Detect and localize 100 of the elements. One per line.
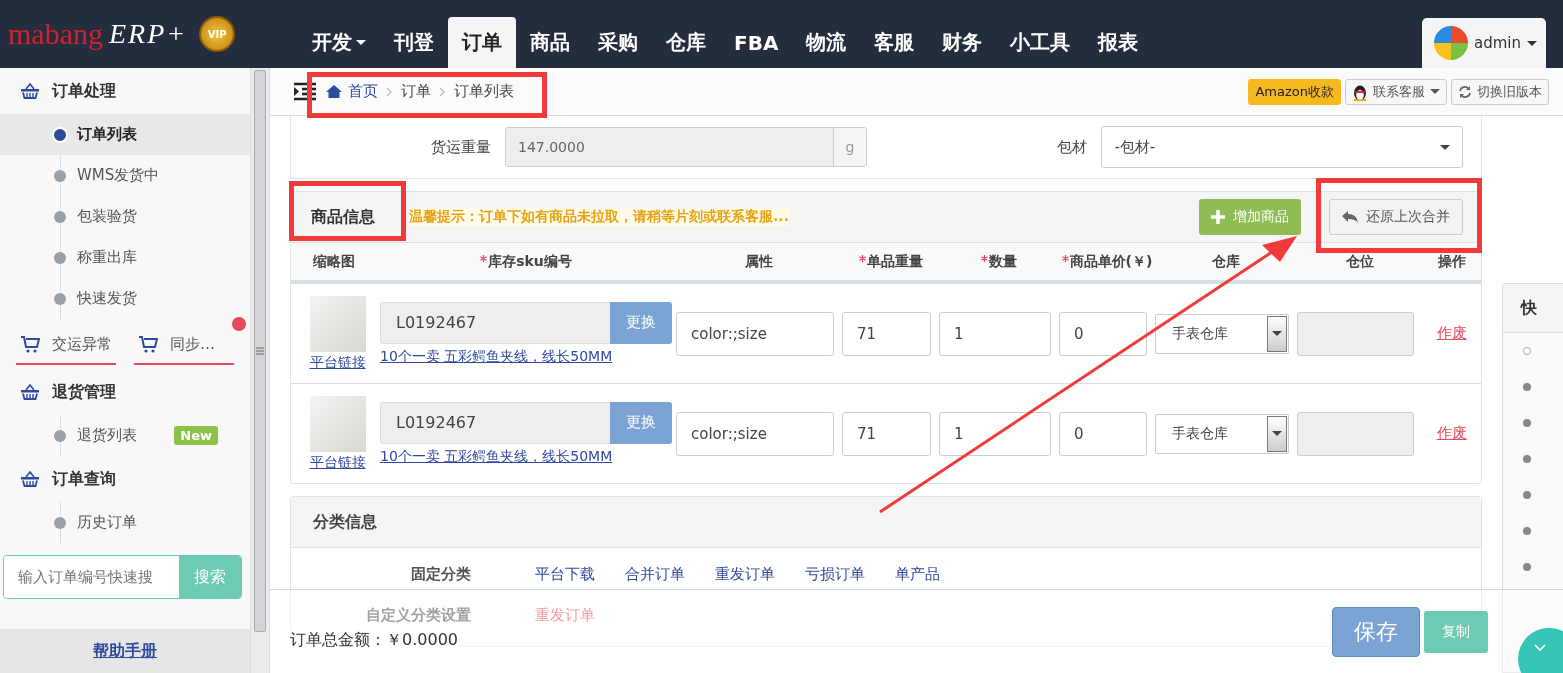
category-link[interactable]: 亏损订单 [805,564,865,584]
column-header: 商品单价(￥) [1069,252,1153,271]
shortcut-label: 交运异常 [52,334,112,354]
shortcut-tab[interactable]: 交运异常 [16,325,116,365]
nav-tab[interactable]: 订单 [448,17,516,68]
indent-icon[interactable] [294,81,316,102]
location-field[interactable] [1297,411,1414,456]
refresh-icon [1458,84,1472,99]
category-link[interactable]: 单产品 [895,564,940,584]
weight-field[interactable]: 147.0000 g [505,127,867,167]
quantity-field[interactable]: 1 [939,311,1051,356]
sidebar-item[interactable]: 订单列表 [0,114,250,155]
step-dot [1523,383,1532,391]
nav-tab[interactable]: 客服 [860,17,929,68]
section-title: 订单查询 [52,468,116,490]
price-field[interactable]: 0 [1059,311,1147,356]
nav-tab[interactable]: 报表 [1084,17,1153,68]
nav-tab[interactable]: 物流 [792,17,861,68]
support-button[interactable]: 联系客服 [1345,78,1447,105]
bullet-icon [54,170,66,182]
column-header: 单品重量 [866,252,923,271]
quantity-field[interactable]: 1 [939,411,1051,456]
column-header: 仓位 [1345,252,1374,271]
platform-link[interactable]: 平台链接 [309,353,366,372]
shortcut-tab[interactable]: 同步… [134,325,234,365]
step-dot [1523,455,1532,463]
caret-icon [1272,331,1282,336]
sidebar-item[interactable]: WMS发货中 [0,155,250,196]
category-link[interactable]: 重发订单 [715,564,775,584]
vip-badge: VIP [199,16,236,52]
platform-link[interactable]: 平台链接 [309,453,366,472]
caret-icon [1527,40,1537,46]
amazon-payment-button[interactable]: Amazon收款 [1248,78,1341,105]
sidebar-item[interactable]: 历史订单 [0,502,250,543]
warehouse-select[interactable]: 手表仓库 [1155,413,1289,454]
chevron-right-icon [386,86,393,97]
photo-placeholder [309,395,366,452]
product-title-link[interactable]: 10个一卖 五彩鳄鱼夹线，线长50MM [380,347,672,366]
row-label: 自定义分类设置 [365,606,471,625]
scrollbar-thumb[interactable] [254,70,266,632]
chevron-right-icon [439,86,446,97]
order-total: 订单总金额：￥0.0000 [290,630,458,651]
caret-icon [1440,144,1451,150]
nav-tab[interactable]: 刊登 [380,17,448,68]
nav-tab[interactable]: FBA [720,17,793,68]
step-dot [1523,347,1532,355]
location-field[interactable] [1297,311,1414,356]
sidebar-item[interactable]: 退货列表 New [0,415,250,456]
void-link[interactable]: 作废 [1422,424,1482,443]
bullet-icon [54,252,66,264]
attribute-field[interactable]: color:;size [676,311,834,356]
plus-icon [1211,210,1226,224]
field-label: 货运重量 [430,137,491,157]
home-icon [326,85,342,98]
restore-merge-button[interactable]: 还原上次合并 [1329,199,1464,235]
category-link[interactable]: 合并订单 [625,564,685,584]
breadcrumb-item: 订单 [401,82,431,101]
section-title: 分类信息 [312,511,377,533]
nav-tab[interactable]: 开发 [298,17,380,68]
column-header: 库存sku编号 [488,252,572,271]
cart-icon [20,335,40,353]
help-link[interactable]: 帮助手册 [93,640,157,662]
logo-brand-text: mabang [8,17,103,51]
nav-tab[interactable]: 采购 [584,17,652,68]
column-header: 缩略图 [312,252,355,271]
warehouse-select[interactable]: 手表仓库 [1155,313,1289,354]
notice-text: 温馨提示：订单下如有商品未拉取，请稍等片刻或联系客服... [409,208,789,226]
breadcrumb-item: 订单列表 [454,82,514,101]
void-link[interactable]: 作废 [1422,324,1482,343]
switch-version-button[interactable]: 切换旧版本 [1451,78,1549,105]
nav-tab[interactable]: 小工具 [996,17,1085,68]
packaging-select[interactable]: -包材- [1101,126,1464,168]
bullet-icon [54,517,66,529]
basket-icon [20,471,40,487]
sidebar-item[interactable]: 快速发货 [0,278,250,319]
category-link[interactable]: 平台下载 [535,564,595,584]
bullet-icon [52,127,68,143]
basket-icon [20,83,40,99]
weight-field[interactable]: 71 [842,311,931,356]
column-header: 仓库 [1212,252,1240,271]
basket-icon [20,384,40,400]
cart-icon [138,335,158,353]
nav-tab[interactable]: 商品 [516,17,584,68]
section-title: 订单处理 [52,80,116,102]
nav-tab[interactable]: 财务 [928,17,997,68]
nav-tab[interactable]: 仓库 [652,17,720,68]
photo-placeholder [309,295,366,352]
step-dot [1523,563,1532,571]
product-title-link[interactable]: 10个一卖 五彩鳄鱼夹线，线长50MM [380,447,672,466]
attribute-field[interactable]: color:;size [676,411,834,456]
user-menu[interactable]: admin [1422,18,1546,68]
price-field[interactable]: 0 [1059,411,1147,456]
breadcrumb-link[interactable]: 首页 [348,82,378,101]
step-dot [1523,527,1532,535]
sidebar-item[interactable]: 称重出库 [0,237,250,278]
new-badge: New [174,426,218,445]
weight-field[interactable]: 71 [842,411,931,456]
sidebar-item[interactable]: 包装验货 [0,196,250,237]
panel-title: 快 [1503,284,1563,333]
column-header: 数量 [989,252,1017,271]
